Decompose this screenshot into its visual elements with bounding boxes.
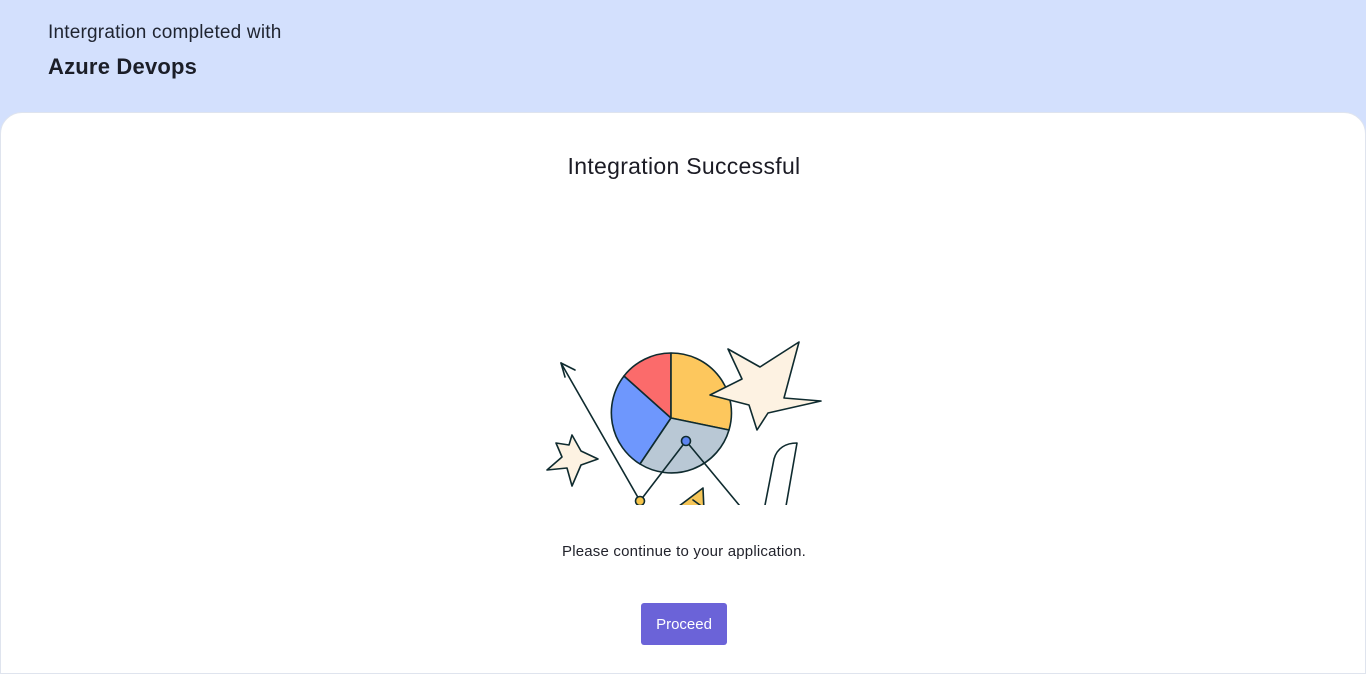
triangle-shape: [679, 487, 705, 505]
integration-title: Azure Devops: [48, 54, 198, 79]
integration-subtitle: Intergration completed with: [48, 22, 282, 43]
proceed-button[interactable]: Proceed: [641, 603, 727, 645]
data-point-yellow: [634, 495, 646, 505]
success-card: Integration Successful Please continue t…: [0, 112, 1366, 674]
small-star: [546, 434, 599, 487]
integration-success-illustration: [546, 341, 822, 505]
data-point-blue: [680, 435, 692, 447]
pie-chart: [610, 352, 733, 474]
page-header: Intergration completed with Azure Devops: [0, 0, 1366, 113]
success-heading: Integration Successful: [567, 153, 801, 179]
continue-message: Please continue to your application.: [561, 543, 807, 560]
